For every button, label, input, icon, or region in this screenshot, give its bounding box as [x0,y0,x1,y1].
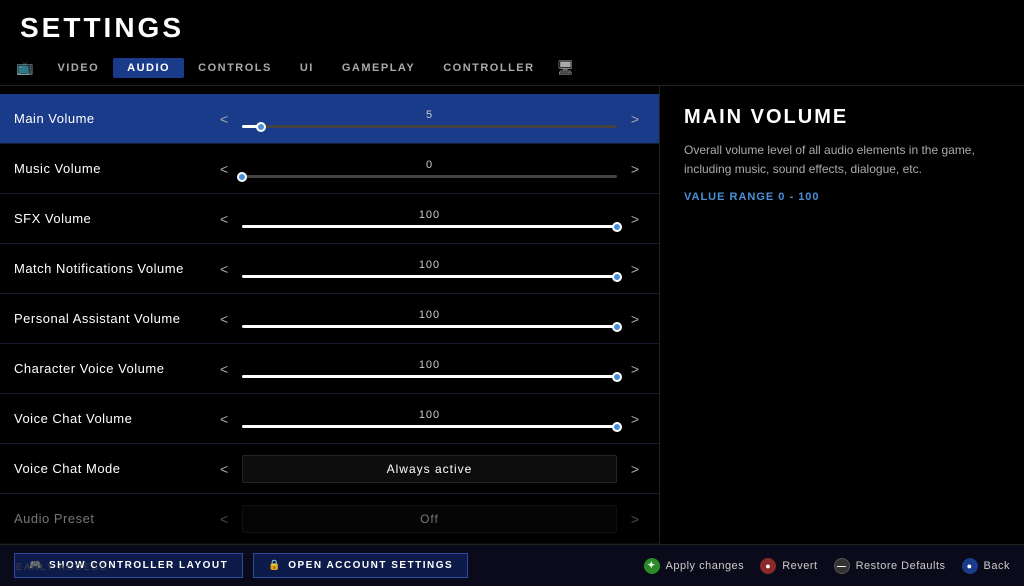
setting-label-music-volume: Music Volume [14,161,214,176]
setting-control-main-volume: < 5 > [214,107,645,131]
voice-chat-mode-value: Always active [242,455,617,483]
setting-row-personal-asst-volume: Personal Assistant Volume < 100 > [0,294,659,344]
arrow-left-voice-chat-volume[interactable]: < [214,407,234,431]
setting-row-voice-chat-mode: Voice Chat Mode < Always active > [0,444,659,494]
arrow-left-char-voice-volume[interactable]: < [214,357,234,381]
tab-controller[interactable]: CONTROLLER [429,58,548,78]
arrow-right-voice-chat-volume[interactable]: > [625,407,645,431]
setting-row-match-notif-volume: Match Notifications Volume < 100 > [0,244,659,294]
arrow-left-audio-preset: < [214,507,234,531]
arrow-left-voice-chat-mode[interactable]: < [214,457,234,481]
arrow-left-match-notif-volume[interactable]: < [214,257,234,281]
tab-ui[interactable]: UI [286,58,328,78]
arrow-right-music-volume[interactable]: > [625,157,645,181]
tab-video[interactable]: VIDEO [43,58,113,78]
restore-defaults-action[interactable]: — Restore Defaults [834,558,946,574]
tab-icon-monitor: 🖥 [557,59,575,76]
arrow-right-match-notif-volume[interactable]: > [625,257,645,281]
arrow-left-personal-asst-volume[interactable]: < [214,307,234,331]
apply-circle: ✦ [644,558,660,574]
info-panel-description: Overall volume level of all audio elemen… [684,141,1000,179]
setting-label-voice-chat-volume: Voice Chat Volume [14,411,214,426]
slider-value-char-voice-volume: 100 [419,359,440,371]
audio-preset-value: Off [242,505,617,533]
setting-control-char-voice-volume: < 100 > [214,357,645,381]
main-content: Main Volume < 5 > Music Volume < 0 [0,86,1024,544]
slider-music-volume[interactable]: 0 [242,159,617,178]
setting-label-voice-chat-mode: Voice Chat Mode [14,461,214,476]
slider-char-voice-volume[interactable]: 100 [242,359,617,378]
slider-value-sfx-volume: 100 [419,209,440,221]
setting-control-audio-preset: < Off > [214,505,645,533]
bottom-bar: 🎮 SHOW CONTROLLER LAYOUT 🔒 OPEN ACCOUNT … [0,544,1024,586]
slider-match-notif-volume[interactable]: 100 [242,259,617,278]
setting-label-match-notif-volume: Match Notifications Volume [14,261,214,276]
arrow-right-audio-preset: > [625,507,645,531]
apply-label: Apply changes [666,560,745,572]
setting-control-voice-chat-volume: < 100 > [214,407,645,431]
slider-sfx-volume[interactable]: 100 [242,209,617,228]
slider-value-personal-asst-volume: 100 [419,309,440,321]
slider-value-music-volume: 0 [426,159,433,171]
setting-control-voice-chat-mode: < Always active > [214,455,645,483]
setting-control-music-volume: < 0 > [214,157,645,181]
info-panel-range: VALUE RANGE 0 - 100 [684,191,1000,203]
settings-list: Main Volume < 5 > Music Volume < 0 [0,86,660,544]
account-icon: 🔒 [268,560,282,571]
slider-value-voice-chat-volume: 100 [419,409,440,421]
bottom-right-actions: ✦ Apply changes ● Revert — Restore Defau… [644,558,1010,574]
early-access-label: EARLY ACCESS [16,562,108,572]
setting-control-sfx-volume: < 100 > [214,207,645,231]
slider-value-main-volume: 5 [426,109,433,121]
setting-row-char-voice-volume: Character Voice Volume < 100 > [0,344,659,394]
setting-control-match-notif-volume: < 100 > [214,257,645,281]
restore-circle: — [834,558,850,574]
setting-label-char-voice-volume: Character Voice Volume [14,361,214,376]
arrow-left-music-volume[interactable]: < [214,157,234,181]
setting-row-voice-chat-volume: Voice Chat Volume < 100 > [0,394,659,444]
arrow-left-sfx-volume[interactable]: < [214,207,234,231]
arrow-right-main-volume[interactable]: > [625,107,645,131]
tab-gameplay[interactable]: GAMEPLAY [328,58,429,78]
setting-label-personal-asst-volume: Personal Assistant Volume [14,311,214,326]
open-account-label: OPEN ACCOUNT SETTINGS [288,560,453,571]
revert-label: Revert [782,560,817,572]
back-label: Back [984,560,1010,572]
revert-circle: ● [760,558,776,574]
info-panel: MAIN VOLUME Overall volume level of all … [660,86,1024,544]
tabs-bar: 📺 VIDEO AUDIO CONTROLS UI GAMEPLAY CONTR… [0,50,1024,86]
setting-control-personal-asst-volume: < 100 > [214,307,645,331]
tab-audio[interactable]: AUDIO [113,58,184,78]
tab-icon-tv: 📺 [16,59,33,76]
setting-label-audio-preset: Audio Preset [14,511,214,526]
setting-row-sfx-volume: SFX Volume < 100 > [0,194,659,244]
back-circle: ● [962,558,978,574]
arrow-right-personal-asst-volume[interactable]: > [625,307,645,331]
setting-row-audio-preset: Audio Preset < Off > [0,494,659,544]
slider-main-volume[interactable]: 5 [242,109,617,128]
arrow-right-sfx-volume[interactable]: > [625,207,645,231]
tab-controls[interactable]: CONTROLS [184,58,286,78]
open-account-button[interactable]: 🔒 OPEN ACCOUNT SETTINGS [253,553,468,578]
setting-label-sfx-volume: SFX Volume [14,211,214,226]
arrow-left-main-volume[interactable]: < [214,107,234,131]
back-action[interactable]: ● Back [962,558,1010,574]
slider-personal-asst-volume[interactable]: 100 [242,309,617,328]
setting-label-main-volume: Main Volume [14,111,214,126]
setting-row-main-volume: Main Volume < 5 > [0,94,659,144]
slider-voice-chat-volume[interactable]: 100 [242,409,617,428]
info-panel-title: MAIN VOLUME [684,106,1000,129]
restore-label: Restore Defaults [856,560,946,572]
arrow-right-voice-chat-mode[interactable]: > [625,457,645,481]
setting-row-music-volume: Music Volume < 0 > [0,144,659,194]
slider-value-match-notif-volume: 100 [419,259,440,271]
revert-action[interactable]: ● Revert [760,558,817,574]
apply-changes-action[interactable]: ✦ Apply changes [644,558,745,574]
arrow-right-char-voice-volume[interactable]: > [625,357,645,381]
page-title: SETTINGS [0,0,1024,50]
